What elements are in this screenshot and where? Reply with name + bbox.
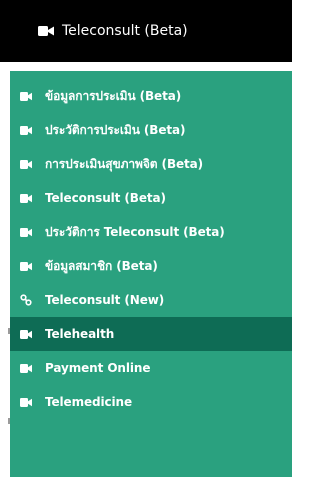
menu-item-teleconsult-new[interactable]: Teleconsult (New) <box>10 283 292 317</box>
menu-item-label: ข้อมูลการประเมิน (Beta) <box>45 88 182 103</box>
menu-item-label: การประเมินสุขภาพจิต (Beta) <box>45 156 204 171</box>
menu-item-label: ประวัติการประเมิน (Beta) <box>45 122 186 137</box>
menu-item-payment-online[interactable]: Payment Online <box>10 351 292 385</box>
menu-item-telehealth[interactable]: Telehealth <box>10 317 292 351</box>
menu-item-label: Telehealth <box>45 327 115 341</box>
video-camera-icon <box>20 363 32 373</box>
menu-item-teleconsult-history[interactable]: ประวัติการ Teleconsult (Beta) <box>10 215 292 249</box>
menu-item-label: Telemedicine <box>45 395 133 409</box>
menu-item-telemedicine[interactable]: Telemedicine <box>10 385 292 419</box>
menu-item-member-data[interactable]: ข้อมูลสมาชิก (Beta) <box>10 249 292 283</box>
menu-item-label: ข้อมูลสมาชิก (Beta) <box>45 258 158 273</box>
app-frame: Teleconsult (Beta) ข้อมูลการประเมิน (Bet… <box>0 0 292 477</box>
video-camera-icon <box>20 397 32 407</box>
video-camera-icon <box>20 125 32 135</box>
menu-item-teleconsult-beta[interactable]: Teleconsult (Beta) <box>10 181 292 215</box>
menu-item-label: Payment Online <box>45 361 151 375</box>
video-camera-icon <box>20 91 32 101</box>
menu-header-teleconsult[interactable]: Teleconsult (Beta) <box>0 0 292 62</box>
video-camera-icon <box>38 26 54 36</box>
menu-item-mental-health-assessment[interactable]: การประเมินสุขภาพจิต (Beta) <box>10 147 292 181</box>
menu-item-assessment-data[interactable]: ข้อมูลการประเมิน (Beta) <box>10 79 292 113</box>
menu-item-assessment-history[interactable]: ประวัติการประเมิน (Beta) <box>10 113 292 147</box>
link-icon <box>20 294 32 306</box>
submenu-list: ข้อมูลการประเมิน (Beta) ประวัติการประเมิ… <box>10 71 292 477</box>
menu-item-label: Teleconsult (New) <box>45 293 165 307</box>
menu-header-label: Teleconsult (Beta) <box>62 23 188 39</box>
video-camera-icon <box>20 261 32 271</box>
menu-item-label: ประวัติการ Teleconsult (Beta) <box>45 224 225 239</box>
video-camera-icon <box>20 159 32 169</box>
menu-item-label: Teleconsult (Beta) <box>45 191 166 205</box>
video-camera-icon <box>20 329 32 339</box>
video-camera-icon <box>20 227 32 237</box>
video-camera-icon <box>20 193 32 203</box>
